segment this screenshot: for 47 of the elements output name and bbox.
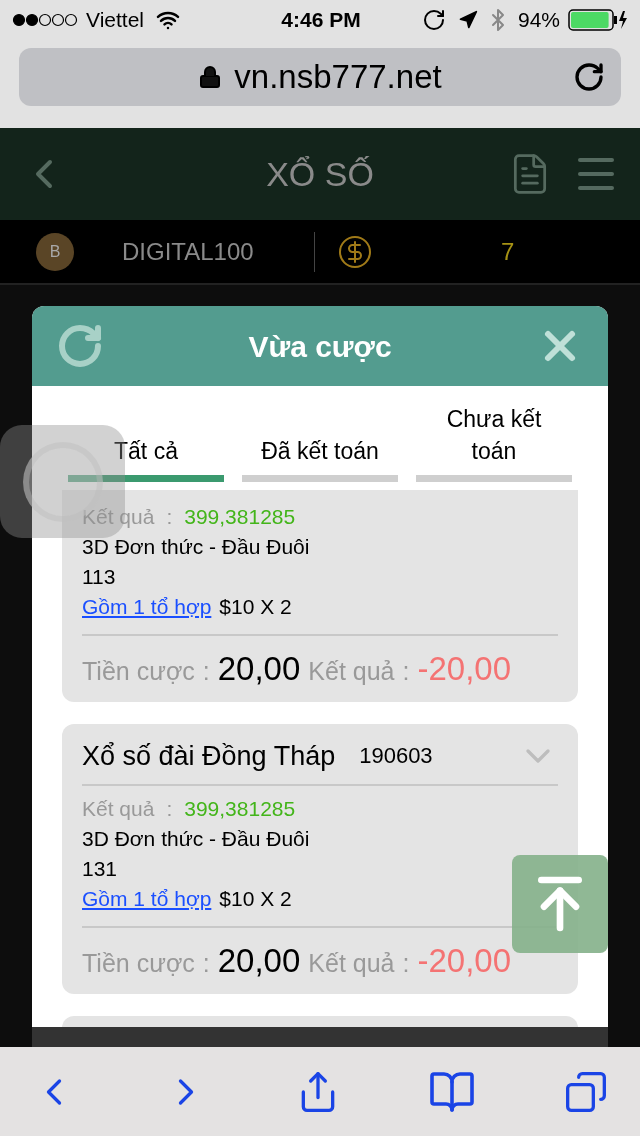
battery-percent: 94%: [517, 7, 560, 34]
result-value: 399,381285: [184, 504, 296, 530]
colon: :: [166, 504, 173, 530]
address-bar[interactable]: vn.nsb777.net: [19, 48, 621, 106]
lottery-title: Xổ số đài Đồng Tháp: [82, 739, 336, 773]
outcome-label: Kết quả: [308, 656, 395, 687]
stake-amount: 20,00: [217, 649, 301, 689]
page-title: XỔ SỐ: [265, 153, 375, 195]
username: DIGITAL100: [122, 236, 255, 267]
draw-code: 190603: [359, 742, 433, 771]
balance: 7: [501, 236, 515, 267]
colon: :: [402, 656, 410, 687]
colon: :: [202, 948, 210, 979]
outcome-amount: -20,00: [417, 649, 512, 689]
bet-type: 3D Đơn thức - Đầu Đuôi: [82, 826, 311, 852]
colon: :: [402, 948, 410, 979]
coin-icon: [339, 235, 371, 268]
tab[interactable]: Tất cả: [68, 400, 224, 482]
modal-title: Vừa cược: [247, 328, 393, 365]
combo-link[interactable]: Gồm 1 tổ hợp: [82, 592, 212, 622]
tabs-icon[interactable]: [564, 1069, 608, 1114]
carrier-name: Viettel: [86, 7, 144, 34]
combo-link[interactable]: Gồm 1 tổ hợp: [82, 884, 212, 914]
stake-amount: 20,00: [217, 941, 301, 981]
result-value: 399,381285: [184, 796, 296, 822]
bet-numbers: 131: [82, 856, 119, 882]
combo-amount: $10 X 2: [219, 886, 292, 912]
lock-icon: [198, 65, 223, 89]
colon: :: [166, 796, 173, 822]
combo-amount: $10 X 2: [219, 594, 292, 620]
result-label: Kết quả: [82, 796, 155, 822]
outcome-amount: -20,00: [417, 941, 512, 981]
stake-label: Tiền cược: [82, 948, 195, 979]
bet-type: 3D Đơn thức - Đầu Đuôi: [82, 534, 311, 560]
signal-icon: [12, 13, 78, 27]
stake-label: Tiền cược: [82, 656, 195, 687]
outcome-label: Kết quả: [308, 948, 395, 979]
tab[interactable]: Chưa kết toán: [416, 400, 572, 482]
clock: 4:46 PM: [280, 7, 361, 34]
location-icon: [457, 10, 478, 30]
avatar: B: [36, 232, 74, 271]
url-text: vn.nsb777.net: [234, 57, 442, 98]
tab[interactable]: Đã kết toán: [242, 400, 398, 482]
colon: :: [202, 656, 210, 687]
battery-icon: [568, 9, 628, 31]
bet-numbers: 113: [82, 564, 117, 590]
reload-icon[interactable]: [573, 61, 605, 93]
